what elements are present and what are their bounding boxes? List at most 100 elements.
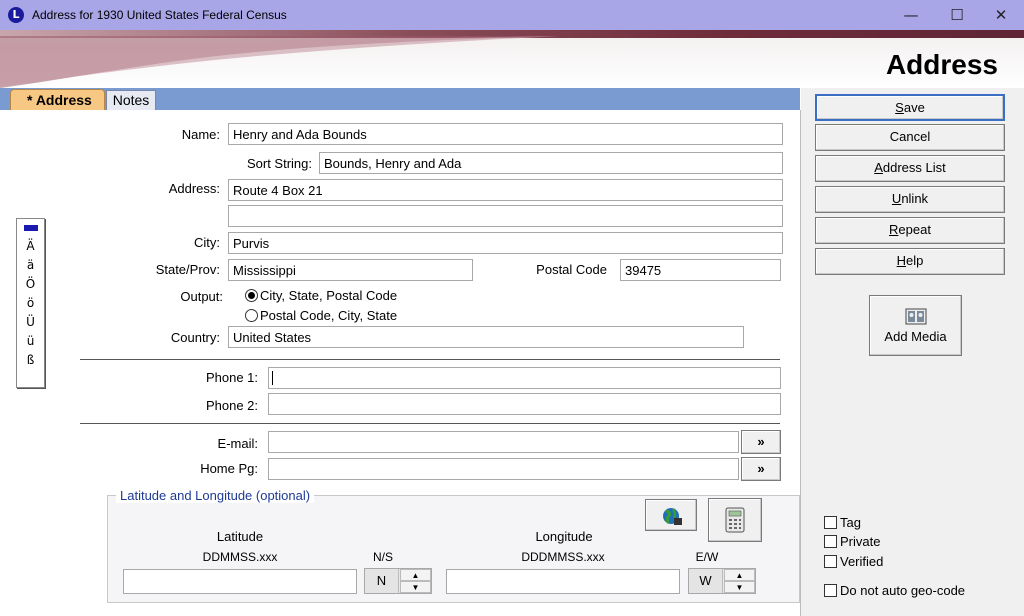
tab-address[interactable]: * Address: [10, 89, 105, 111]
state-field[interactable]: Mississippi: [228, 259, 473, 281]
sort-string-field[interactable]: Bounds, Henry and Ada: [319, 152, 783, 174]
char-o-umlaut-upper[interactable]: Ö: [17, 275, 44, 294]
output-city-state-radio[interactable]: [245, 289, 258, 302]
unlink-button[interactable]: Unlink: [815, 186, 1005, 213]
ew-down-arrow-icon[interactable]: ▼: [724, 581, 755, 593]
maximize-icon[interactable]: ☐: [934, 0, 980, 30]
tag-checkbox[interactable]: [824, 516, 837, 529]
char-a-umlaut-lower[interactable]: ä: [17, 256, 44, 275]
char-u-umlaut-lower[interactable]: ü: [17, 332, 44, 351]
private-checkbox[interactable]: [824, 535, 837, 548]
window-title: Address for 1930 United States Federal C…: [32, 8, 287, 22]
ew-up-arrow-icon[interactable]: ▲: [724, 569, 755, 581]
ns-up-arrow-icon[interactable]: ▲: [400, 569, 431, 581]
btn-text: elp: [906, 253, 924, 268]
palette-minimize-icon[interactable]: [24, 225, 38, 231]
calculator-icon: [725, 507, 745, 533]
btn-text: epeat: [898, 222, 931, 237]
longitude-label: Longitude: [535, 529, 593, 544]
globe-icon: [663, 508, 682, 525]
cancel-button[interactable]: Cancel: [815, 124, 1005, 151]
palette-header: [17, 219, 44, 237]
ns-label: N/S: [372, 550, 393, 564]
calculator-button[interactable]: [708, 498, 762, 542]
homepage-label: Home Pg:: [200, 461, 258, 476]
ns-spinner[interactable]: N ▲ ▼: [364, 568, 432, 594]
special-character-palette: Ä ä Ö ö Ü ü ß: [16, 218, 45, 388]
app-logo-icon: L: [8, 7, 24, 23]
output-postal-city-radio[interactable]: [245, 309, 258, 322]
char-eszett[interactable]: ß: [17, 351, 44, 370]
add-media-label: Add Media: [884, 329, 947, 344]
sort-string-label: Sort String:: [246, 156, 312, 171]
address-line1-field[interactable]: Route 4 Box 21: [228, 179, 783, 201]
country-field[interactable]: United States: [228, 326, 744, 348]
text-cursor: [272, 371, 273, 385]
address-list-button[interactable]: Address List: [815, 155, 1005, 182]
repeat-button[interactable]: Repeat: [815, 217, 1005, 244]
longitude-field[interactable]: [446, 569, 680, 594]
ew-value: W: [689, 569, 723, 593]
media-icon: [905, 308, 927, 325]
globe-lookup-button[interactable]: [645, 499, 697, 531]
homepage-go-button[interactable]: »: [741, 457, 781, 481]
ns-down-arrow-icon[interactable]: ▼: [400, 581, 431, 593]
close-icon[interactable]: ✕: [978, 0, 1024, 30]
phone2-label: Phone 2:: [205, 398, 258, 413]
char-a-umlaut-upper[interactable]: Ä: [17, 237, 44, 256]
address-line2-field[interactable]: [228, 205, 783, 227]
name-label: Name:: [181, 127, 220, 142]
no-geocode-checkbox[interactable]: [824, 584, 837, 597]
btn-hotkey: H: [896, 253, 907, 268]
btn-text: nlink: [901, 191, 929, 206]
postal-code-field[interactable]: 39475: [620, 259, 781, 281]
longitude-format-label: DDDMMSS.xxx: [521, 550, 605, 564]
btn-text: ddress List: [882, 160, 946, 175]
btn-hotkey: U: [891, 191, 902, 206]
banner-swoosh: [0, 36, 560, 88]
email-field[interactable]: [268, 431, 739, 453]
address-label: Address:: [168, 181, 220, 196]
city-label: City:: [194, 235, 220, 250]
latitude-label: Latitude: [216, 529, 264, 544]
output-label: Output:: [180, 289, 223, 304]
email-label: E-mail:: [217, 436, 258, 451]
tag-label[interactable]: Tag: [840, 515, 861, 530]
add-media-button[interactable]: Add Media: [869, 295, 962, 356]
divider: [80, 423, 780, 424]
country-label: Country:: [170, 330, 220, 345]
state-label: State/Prov:: [155, 262, 220, 277]
phone1-field[interactable]: [268, 367, 781, 389]
btn-hotkey: R: [889, 222, 899, 237]
latlong-group-label: Latitude and Longitude (optional): [116, 488, 315, 503]
save-button[interactable]: Save: [815, 94, 1005, 121]
help-button[interactable]: Help: [815, 248, 1005, 275]
char-u-umlaut-upper[interactable]: Ü: [17, 313, 44, 332]
btn-text: Cancel: [889, 129, 931, 144]
private-label[interactable]: Private: [840, 534, 880, 549]
page-title: Address: [885, 49, 998, 80]
output-option2-label[interactable]: Postal Code, City, State: [260, 308, 397, 323]
latitude-field[interactable]: [123, 569, 357, 594]
ew-spinner[interactable]: W ▲ ▼: [688, 568, 756, 594]
minimize-icon[interactable]: —: [888, 0, 934, 30]
divider: [80, 359, 780, 360]
email-go-button[interactable]: »: [741, 430, 781, 454]
no-geocode-label[interactable]: Do not auto geo-code: [840, 583, 965, 598]
verified-checkbox[interactable]: [824, 555, 837, 568]
btn-hotkey: A: [874, 160, 883, 175]
tab-notes[interactable]: Notes: [106, 90, 156, 110]
btn-text: ave: [903, 100, 925, 115]
phone2-field[interactable]: [268, 393, 781, 415]
verified-label[interactable]: Verified: [840, 554, 883, 569]
name-field[interactable]: Henry and Ada Bounds: [228, 123, 783, 145]
city-field[interactable]: Purvis: [228, 232, 783, 254]
char-o-umlaut-lower[interactable]: ö: [17, 294, 44, 313]
output-option1-label[interactable]: City, State, Postal Code: [260, 288, 397, 303]
postal-code-label: Postal Code: [536, 262, 607, 277]
latitude-format-label: DDMMSS.xxx: [202, 550, 278, 564]
ns-value: N: [365, 569, 399, 593]
phone1-label: Phone 1:: [205, 370, 258, 385]
ew-label: E/W: [695, 550, 719, 564]
homepage-field[interactable]: [268, 458, 739, 480]
